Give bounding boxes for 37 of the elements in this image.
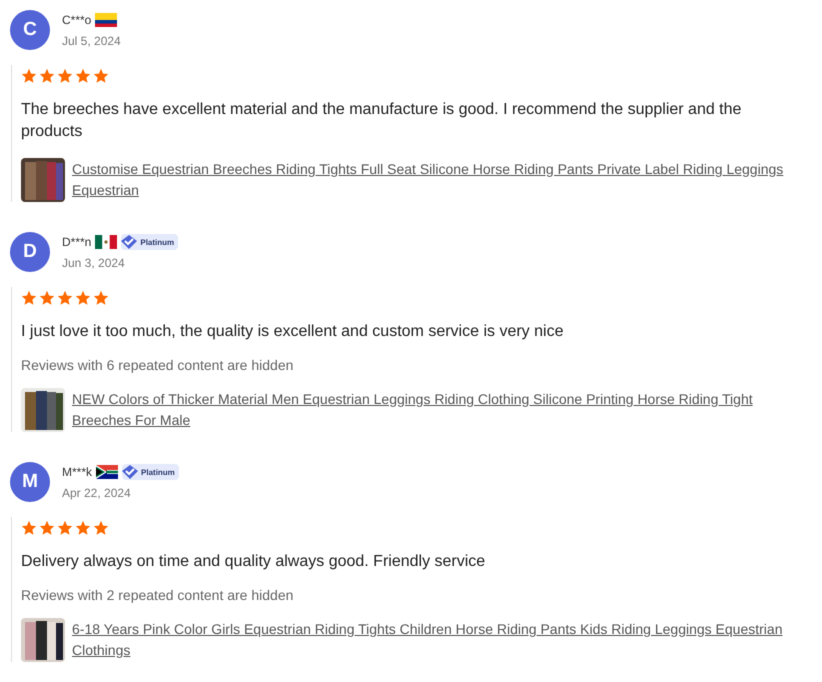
star-icon [21, 290, 37, 306]
star-icon [57, 68, 73, 84]
hidden-reviews-note: Reviews with 6 repeated content are hidden [21, 357, 294, 373]
review-date: Apr 22, 2024 [62, 486, 132, 500]
avatar: D [10, 232, 50, 272]
review-date: Jun 3, 2024 [62, 256, 126, 270]
star-icon [39, 68, 55, 84]
avatar: C [10, 10, 50, 50]
flag-icon [96, 465, 118, 479]
product-link[interactable]: Customise Equestrian Breeches Riding Tights Full Seat Silicone Horse Riding Pants Private Label Riding Leggings Equestrian [72, 159, 802, 201]
star-icon [75, 68, 91, 84]
platinum-badge: Platinum [121, 234, 178, 250]
star-icon [21, 68, 37, 84]
reviewer-name: C***o [62, 13, 92, 27]
review-date: Jul 5, 2024 [62, 34, 121, 48]
reviewer-name: M***k [62, 465, 92, 479]
star-icon [75, 520, 91, 536]
platinum-badge: Platinum [122, 464, 179, 480]
star-icon [57, 520, 73, 536]
review-text: The breeches have excellent material and the manufacture is good. I recommend the supplier and the products [21, 100, 742, 142]
star-icon [21, 520, 37, 536]
star-icon [39, 520, 55, 536]
star-icon [57, 290, 73, 306]
flag-icon [95, 13, 118, 27]
product-link[interactable]: NEW Colors of Thicker Material Men Equestrian Leggings Riding Clothing Silicone Printing Horse Riding Tight Breeches For Male [72, 389, 802, 431]
product-link[interactable]: 6-18 Years Pink Color Girls Equestrian Riding Tights Children Horse Riding Pants Kids Riding Leggings Equestrian Clothings [72, 619, 802, 661]
hidden-reviews-note: Reviews with 2 repeated content are hidden [21, 587, 294, 603]
star-icon [93, 68, 109, 84]
star-icon [93, 520, 109, 536]
avatar: M [10, 462, 50, 502]
review-text: I just love it too much, the quality is excellent and custom service is very nice [21, 322, 564, 342]
star-icon [39, 290, 55, 306]
star-icon [75, 290, 91, 306]
review-text: Delivery always on time and quality always good. Friendly service [21, 552, 486, 572]
star-icon [93, 290, 109, 306]
flag-icon [95, 235, 118, 249]
reviewer-name: D***n [62, 235, 92, 249]
